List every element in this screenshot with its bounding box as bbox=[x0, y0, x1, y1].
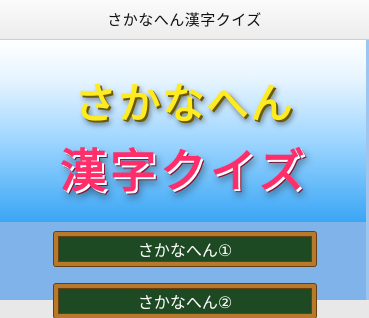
quiz-button-1[interactable]: さかなへん① bbox=[54, 232, 316, 266]
hero-title-line2: 漢字クイズ bbox=[60, 144, 309, 198]
page-title: さかなへん漢字クイズ bbox=[107, 11, 262, 29]
quiz-button-2[interactable]: さかなへん② bbox=[54, 284, 316, 318]
quiz-button-2-label: さかなへん② bbox=[137, 293, 233, 312]
top-bar: さかなへん漢字クイズ bbox=[0, 0, 369, 40]
hero-banner: さかなへん 漢字クイズ bbox=[0, 40, 369, 222]
quiz-button-1-label: さかなへん① bbox=[137, 241, 233, 260]
hero-title-line1: さかなへん bbox=[74, 79, 295, 128]
